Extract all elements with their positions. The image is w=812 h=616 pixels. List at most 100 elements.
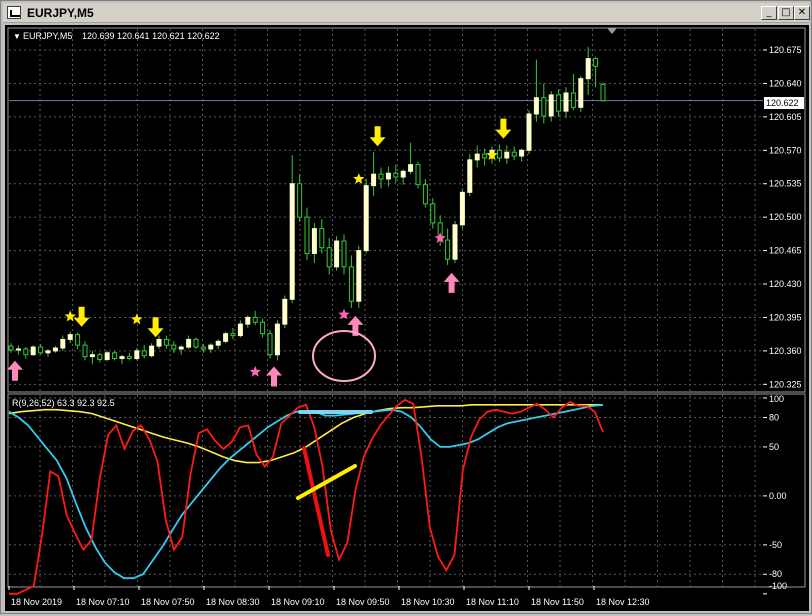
- bull-candle: [134, 350, 140, 360]
- bear-candle: [496, 149, 502, 159]
- time-tick-label: 18 Nov 11:50: [531, 597, 584, 607]
- time-tick-label: 18 Nov 07:10: [76, 597, 130, 607]
- bull-candle: [578, 78, 584, 108]
- bull-candle: [223, 333, 229, 342]
- bull-candle: [245, 316, 251, 325]
- bear-candle: [341, 240, 347, 268]
- bear-candle: [38, 346, 44, 354]
- bull-candle: [311, 228, 317, 254]
- bull-candle: [52, 347, 58, 352]
- bull-candle: [156, 338, 162, 347]
- bull-candle: [467, 159, 473, 193]
- price-tick-label: 120.430: [769, 279, 802, 289]
- chart-area[interactable]: 120.675 120.640 120.605 120.570 120.535 120.5…: [5, 25, 809, 611]
- time-tick-label: 18 Nov 08:30: [206, 597, 260, 607]
- indicator-tick-label: 80: [769, 413, 779, 423]
- price-tick-label: 120.465: [769, 246, 802, 256]
- bull-candle: [548, 94, 554, 117]
- bull-candle: [274, 323, 280, 356]
- bear-candle: [200, 346, 206, 350]
- price-tick-label: 120.570: [769, 145, 802, 155]
- bull-candle: [452, 224, 458, 260]
- bear-candle: [348, 266, 354, 302]
- bear-candle: [378, 173, 384, 180]
- time-tick-label: 18 Nov 11:10: [466, 597, 519, 607]
- bear-candle: [430, 203, 436, 224]
- price-chart[interactable]: 120.675 120.640 120.605 120.570 120.535 120.5…: [5, 25, 809, 611]
- bear-candle: [267, 333, 273, 356]
- bull-candle: [533, 97, 539, 115]
- bear-candle: [422, 184, 428, 205]
- minimize-button[interactable]: _: [761, 6, 777, 20]
- price-tick-label: 120.605: [769, 112, 802, 122]
- bull-candle: [208, 344, 214, 350]
- bull-candle: [67, 334, 73, 340]
- time-tick-label: 18 Nov 2019: [11, 597, 62, 607]
- title-bar[interactable]: EURJPY,M5 _ □ ✕: [3, 3, 810, 23]
- bear-candle: [297, 183, 303, 218]
- bear-candle: [304, 216, 310, 254]
- bear-candle: [126, 356, 132, 360]
- chart-window-icon[interactable]: [7, 6, 21, 19]
- bull-candle: [519, 149, 525, 157]
- bear-candle: [541, 97, 547, 117]
- bull-candle: [282, 298, 288, 325]
- price-tick-label: 120.395: [769, 312, 802, 322]
- bear-candle: [230, 333, 236, 337]
- bear-candle: [600, 83, 606, 102]
- bull-candle: [334, 240, 340, 268]
- bull-candle: [385, 172, 391, 180]
- chart-background: [5, 25, 809, 611]
- bull-candle: [408, 164, 414, 172]
- window-title: EURJPY,M5: [27, 6, 94, 20]
- bull-candle: [459, 191, 465, 226]
- bull-candle: [15, 348, 21, 351]
- bear-candle: [393, 172, 399, 178]
- ohlc-values: 120.639 120.641 120.621 120.622: [82, 31, 220, 41]
- bear-candle: [482, 153, 488, 159]
- price-tick-label: 120.535: [769, 179, 802, 189]
- bear-candle: [97, 354, 103, 360]
- bear-candle: [415, 164, 421, 186]
- indicator-label: R(9,26,52) 63.3 92.3 92.5: [12, 398, 115, 408]
- bull-candle: [356, 250, 362, 302]
- bull-candle: [400, 170, 406, 178]
- bull-candle: [149, 345, 155, 357]
- bear-candle: [593, 58, 599, 67]
- bear-candle: [171, 344, 177, 350]
- bull-candle: [526, 113, 532, 151]
- bear-candle: [570, 92, 576, 108]
- indicator-tick-label: -80: [769, 569, 782, 579]
- close-button[interactable]: ✕: [794, 6, 810, 20]
- bull-candle: [371, 173, 377, 187]
- bull-candle: [585, 58, 591, 80]
- bull-candle: [60, 338, 66, 349]
- bear-candle: [511, 151, 517, 157]
- symbol-dropdown-icon[interactable]: ▼: [13, 32, 21, 41]
- bull-candle: [104, 352, 110, 360]
- price-tick-label: 120.675: [769, 45, 802, 55]
- bear-candle: [319, 228, 325, 249]
- bear-candle: [445, 239, 451, 260]
- time-tick-label: 18 Nov 12:30: [596, 597, 650, 607]
- indicator-tick-label: -50: [769, 540, 782, 550]
- bear-candle: [163, 338, 169, 346]
- bear-candle: [75, 334, 81, 346]
- time-tick-label: 18 Nov 09:50: [336, 597, 390, 607]
- terminal-window: EURJPY,M5 _ □ ✕ 120.675 120.640 120.605 120…: [0, 0, 812, 614]
- indicator-tick-label: 0.00: [769, 491, 787, 501]
- indicator-tick-label: -100: [769, 581, 787, 591]
- price-tick-label: 120.325: [769, 379, 802, 389]
- bull-candle: [363, 185, 369, 252]
- bull-candle: [89, 354, 95, 358]
- bull-candle: [30, 346, 36, 356]
- bull-candle: [237, 323, 243, 337]
- bear-candle: [556, 94, 562, 112]
- bear-candle: [23, 348, 29, 356]
- bear-candle: [193, 338, 199, 348]
- bear-candle: [112, 352, 118, 360]
- bear-candle: [260, 321, 266, 335]
- maximize-button[interactable]: □: [778, 6, 794, 20]
- price-tick-label: 120.360: [769, 346, 802, 356]
- bull-candle: [178, 346, 184, 350]
